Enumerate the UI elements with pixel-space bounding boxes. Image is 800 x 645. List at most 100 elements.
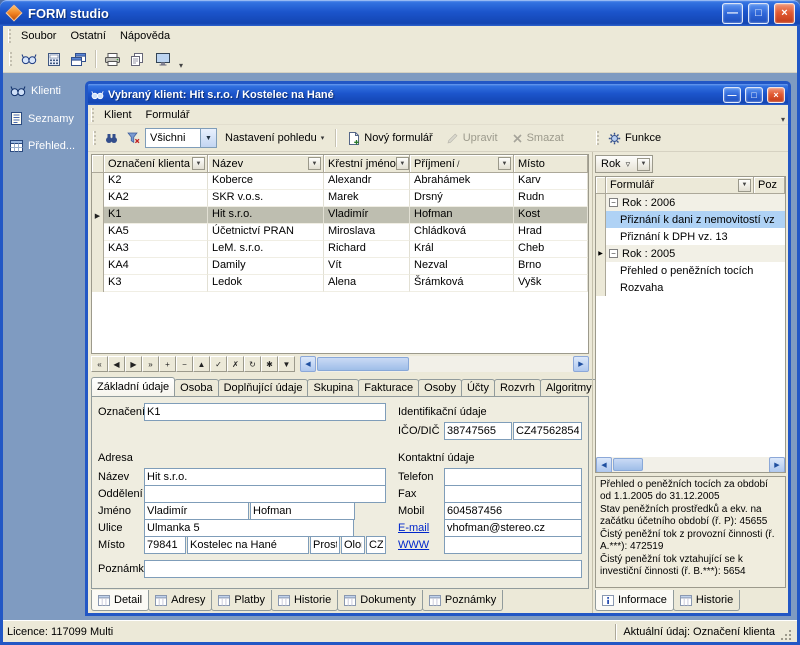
scrollbar-thumb[interactable] [613, 458, 643, 471]
scroll-right-icon[interactable]: ▶ [769, 457, 785, 473]
grid-cell[interactable]: K1 [104, 207, 208, 224]
lists-toolbar-button[interactable] [42, 48, 65, 70]
filter-arrow-icon[interactable]: ▼ [192, 157, 205, 170]
grid-cell[interactable]: LeM. s.r.o. [208, 241, 324, 258]
client-row[interactable]: KA4 Damily Vít Nezval Brno [92, 258, 588, 275]
nav-next-button[interactable]: ▶ [125, 356, 142, 372]
column-header-prijmeni[interactable]: Příjmení/▼ [410, 155, 514, 173]
tab-informace[interactable]: Informace [595, 590, 674, 611]
nav-delete-button[interactable]: − [176, 356, 193, 372]
sidebar-item-seznamy[interactable]: Seznamy [10, 112, 84, 125]
client-row[interactable]: KA3 LeM. s.r.o. Richard Král Cheb [92, 241, 588, 258]
misto-field[interactable] [187, 536, 309, 554]
functions-grip[interactable] [596, 131, 599, 145]
nav-prior-button[interactable]: ◀ [108, 356, 125, 372]
grid-cell[interactable]: Miroslava [324, 224, 410, 241]
grid-cell[interactable]: KA4 [104, 258, 208, 275]
client-close-button[interactable]: × [767, 87, 785, 103]
grid-cell[interactable]: KA2 [104, 190, 208, 207]
close-button[interactable]: × [774, 3, 795, 24]
client-row[interactable]: K2 Koberce Alexandr Abrahámek Karv [92, 173, 588, 190]
search-client-button[interactable] [101, 127, 121, 149]
collapse-icon[interactable]: − [609, 249, 618, 258]
delete-form-button[interactable]: Smazat [506, 127, 570, 149]
tab-skupina[interactable]: Skupina [307, 379, 359, 396]
tab-dokumenty[interactable]: Dokumenty [337, 590, 423, 611]
kraj-field[interactable] [341, 536, 365, 554]
windows-toolbar-button[interactable] [67, 48, 90, 70]
grid-hscrollbar[interactable]: ◀ ▶ [300, 356, 589, 372]
column-header-poznamka[interactable]: Poz [754, 177, 785, 194]
client-maximize-button[interactable]: □ [745, 87, 763, 103]
column-header-krestni-jmeno[interactable]: Křestní jméno▼ [324, 155, 410, 173]
nav-search-button[interactable]: ✱ [261, 356, 278, 372]
menu-klient[interactable]: Klient [97, 107, 139, 123]
form-item-row[interactable]: Přiznání k DPH vz. 13 [596, 228, 785, 245]
sidebar-item-klienti[interactable]: Klienti [10, 85, 84, 97]
chevron-down-icon[interactable]: ▼ [200, 129, 216, 147]
tab-platby[interactable]: Platby [211, 590, 272, 611]
menu-ostatni[interactable]: Ostatní [63, 28, 112, 44]
nav-insert-button[interactable]: + [159, 356, 176, 372]
grid-cell[interactable]: Brno [514, 258, 588, 275]
menu-napoveda[interactable]: Nápověda [113, 28, 177, 44]
nav-last-button[interactable]: » [142, 356, 159, 372]
grid-cell[interactable]: Hofman [410, 207, 514, 224]
grid-cell[interactable]: Ledok [208, 275, 324, 292]
minimize-button[interactable]: — [722, 3, 743, 24]
tab-adresy[interactable]: Adresy [148, 590, 212, 611]
resize-grip[interactable] [779, 628, 793, 642]
prijmeni-field[interactable] [250, 502, 355, 520]
mobil-field[interactable] [444, 502, 582, 520]
scroll-right-icon[interactable]: ▶ [573, 356, 589, 372]
grid-cell[interactable]: Drsný [410, 190, 514, 207]
filter-arrow-icon[interactable]: ▼ [308, 157, 321, 170]
nav-first-button[interactable]: « [91, 356, 108, 372]
cancel-filter-button[interactable] [123, 127, 143, 149]
maximize-button[interactable]: □ [748, 3, 769, 24]
grid-cell[interactable]: Chládková [410, 224, 514, 241]
grid-cell[interactable]: Vít [324, 258, 410, 275]
column-header-misto[interactable]: Místo [514, 155, 588, 173]
scroll-left-icon[interactable]: ◀ [300, 356, 316, 372]
grid-cell[interactable]: Alexandr [324, 173, 410, 190]
tab-doplnujici-udaje[interactable]: Doplňující údaje [218, 379, 309, 396]
nav-edit-button[interactable]: ▲ [193, 356, 210, 372]
filter-arrow-icon[interactable]: ▼ [498, 157, 511, 170]
client-toolbar-grip[interactable] [93, 131, 96, 145]
client-window-titlebar[interactable]: Vybraný klient: Hit s.r.o. / Kostelec na… [88, 84, 788, 105]
group-by-rok[interactable]: Rok ▿ ▼ [595, 155, 653, 173]
scrollbar-track[interactable] [612, 457, 769, 472]
grid-cell[interactable]: Vyšk [514, 275, 588, 292]
grid-cell[interactable]: Alena [324, 275, 410, 292]
email-field[interactable] [444, 519, 582, 537]
grid-cell[interactable]: KA5 [104, 224, 208, 241]
new-form-button[interactable]: Nový formulář [341, 127, 438, 149]
menu-soubor[interactable]: Soubor [14, 28, 63, 44]
tab-detail[interactable]: Detail [91, 590, 149, 611]
tab-osoby[interactable]: Osoby [418, 379, 462, 396]
telefon-field[interactable] [444, 468, 582, 486]
form-group-row-current[interactable]: ▶ −Rok : 2005 [596, 245, 785, 262]
grid-cell[interactable]: Karv [514, 173, 588, 190]
toolbar-overflow-button[interactable]: ▾ [176, 61, 186, 70]
form-group-row[interactable]: −Rok : 2006 [596, 194, 785, 211]
scrollbar-thumb[interactable] [317, 357, 409, 371]
sidebar-item-prehledy[interactable]: Přehled... [10, 140, 84, 152]
dic-field[interactable] [513, 422, 582, 440]
grid-cell[interactable]: Účetnictví PRAN [208, 224, 324, 241]
forms-hscrollbar[interactable]: ◀ ▶ [596, 457, 785, 472]
poznamka-field[interactable] [144, 560, 582, 578]
grid-cell[interactable]: Kost [514, 207, 588, 224]
functions-button[interactable]: Funkce [602, 127, 667, 149]
column-header-nazev[interactable]: Název▼ [208, 155, 324, 173]
client-menubar-overflow[interactable]: ▾ [778, 115, 788, 124]
filter-arrow-icon[interactable]: ▼ [396, 157, 409, 170]
grid-cell[interactable]: Šrámková [410, 275, 514, 292]
nazev-field[interactable] [144, 468, 386, 486]
grid-cell[interactable]: K3 [104, 275, 208, 292]
column-header-formular[interactable]: Formulář▼ [606, 177, 754, 194]
tab-fakturace[interactable]: Fakturace [358, 379, 419, 396]
filter-arrow-icon[interactable]: ▼ [738, 179, 751, 192]
client-row[interactable]: K3 Ledok Alena Šrámková Vyšk [92, 275, 588, 292]
